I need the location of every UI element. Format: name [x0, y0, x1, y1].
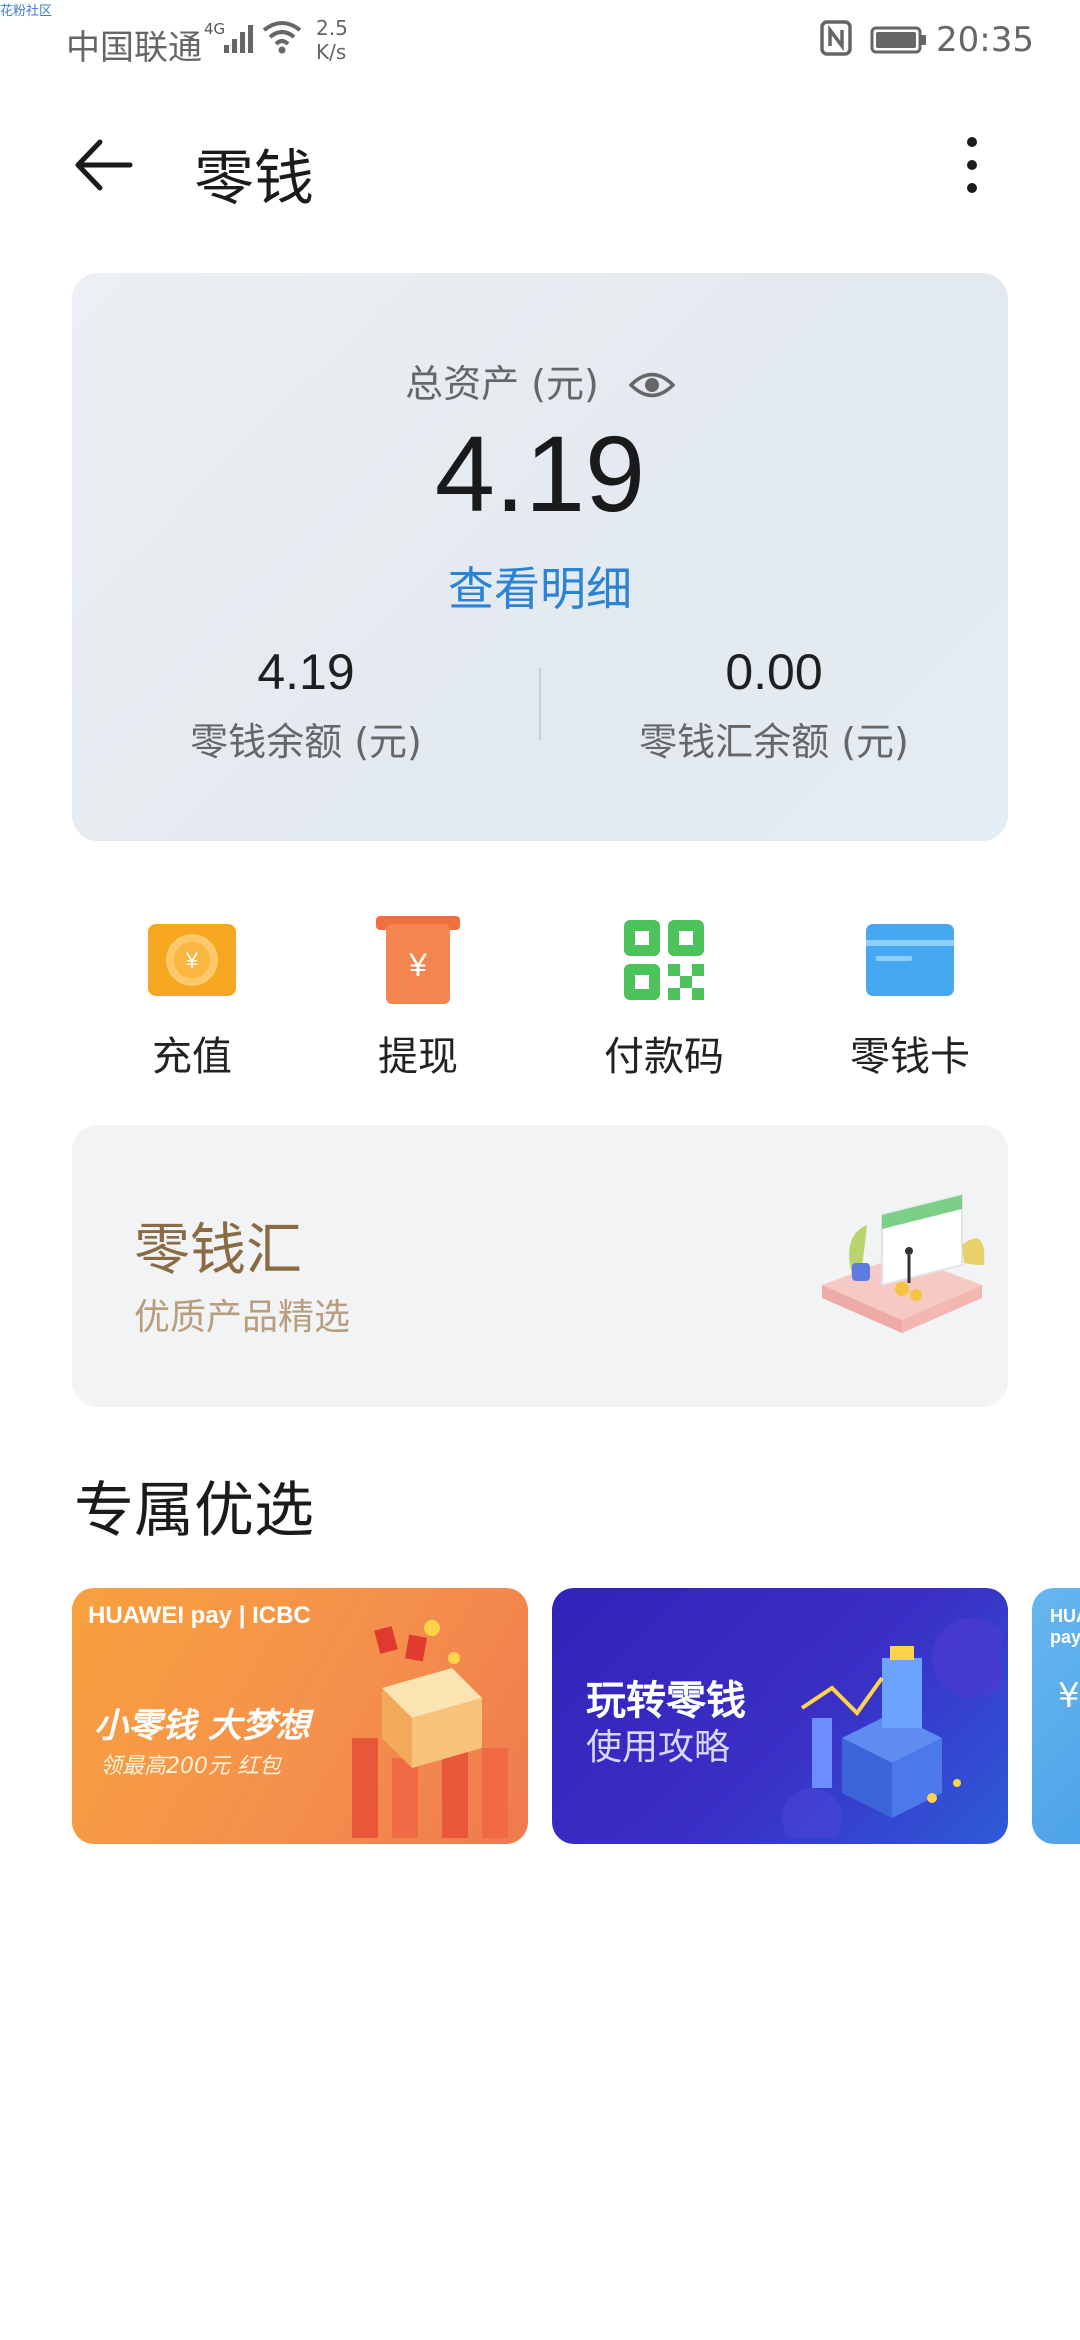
banner-subtitle: 领最高200元 红包	[100, 1754, 281, 1779]
back-arrow-icon[interactable]	[70, 130, 140, 200]
app-bar: 零钱	[0, 100, 1080, 230]
promo-banner-partial[interactable]: HUAWEI pay ¥	[1032, 1588, 1080, 1844]
wifi-icon	[262, 20, 302, 63]
speed-unit: K/s	[316, 40, 347, 64]
change-card-button[interactable]: 零钱卡	[790, 910, 1030, 1082]
gift-box-illustration-icon	[352, 1620, 508, 1838]
lingqianhui-subtitle: 优质产品精选	[134, 1297, 351, 1338]
battery-icon	[870, 24, 928, 64]
banner-title: 小零钱 大梦想	[94, 1706, 310, 1746]
promo-banner-usage-guide[interactable]: 玩转零钱 使用攻略	[552, 1588, 1008, 1844]
status-bar: 中国联通 4G 2.5 K/s 20:35	[0, 0, 1080, 82]
withdraw-button[interactable]: ¥ 提现	[298, 910, 538, 1082]
total-assets-card: 总资产 (元) 4.19 查看明细 4.19 零钱余额 (元) 0.00 零钱汇…	[72, 273, 1008, 841]
status-time: 20:35	[936, 20, 1034, 60]
payment-code-label: 付款码	[604, 1034, 724, 1080]
total-assets-header: 总资产 (元)	[72, 353, 1008, 409]
recharge-label: 充值	[152, 1034, 232, 1080]
promo-banner-red-packet[interactable]: HUAWEI pay | ICBC 小零钱 大梦想 领最高200元 红包	[72, 1588, 528, 1844]
view-details-link[interactable]: 查看明细	[72, 553, 1008, 619]
lingqianhui-balance-label: 零钱汇余额 (元)	[639, 720, 909, 764]
change-balance-value: 4.19	[257, 644, 355, 700]
banner-title: ¥	[1058, 1676, 1080, 1716]
change-card-label: 零钱卡	[850, 1034, 970, 1080]
total-assets-value: 4.19	[434, 413, 646, 534]
calendar-illustration-icon	[812, 1185, 992, 1345]
svg-text:¥: ¥	[185, 948, 199, 973]
nfc-icon	[820, 20, 852, 65]
page-title: 零钱	[194, 144, 314, 214]
withdraw-label: 提现	[378, 1034, 458, 1080]
featured-banner-carousel[interactable]: HUAWEI pay | ICBC 小零钱 大梦想 领最高200元 红包 玩转零…	[72, 1588, 1080, 1846]
recharge-coin-icon: ¥	[142, 910, 242, 1010]
city-illustration-icon	[782, 1618, 1002, 1838]
lingqianhui-title: 零钱汇	[134, 1218, 302, 1283]
eye-icon[interactable]	[628, 365, 676, 409]
signal-icon	[222, 22, 258, 62]
change-balance-label: 零钱余额 (元)	[190, 720, 422, 764]
svg-text:¥: ¥	[408, 947, 427, 983]
speed-value: 2.5	[316, 16, 348, 40]
qr-code-icon	[614, 910, 714, 1010]
recharge-button[interactable]: ¥ 充值	[72, 910, 312, 1082]
payment-code-button[interactable]: 付款码	[544, 910, 784, 1082]
banner-brand-logo: HUAWEI pay | ICBC	[88, 1602, 311, 1629]
lingqianhui-balance-value: 0.00	[725, 644, 823, 700]
lingqianhui-card[interactable]: 零钱汇 优质产品精选	[72, 1125, 1008, 1407]
total-assets-label: 总资产 (元)	[405, 362, 599, 406]
network-speed: 2.5 K/s	[316, 16, 348, 64]
banner-subtitle: 使用攻略	[586, 1727, 731, 1768]
quick-actions: ¥ 充值 ¥ 提现 付款码 零钱卡	[72, 910, 1008, 1080]
lingqianhui-balance[interactable]: 0.00 零钱汇余额 (元)	[540, 643, 1008, 766]
more-options-icon[interactable]	[960, 130, 984, 200]
featured-section-title: 专属优选	[74, 1476, 314, 1546]
withdraw-icon: ¥	[368, 910, 468, 1010]
carrier-name: 中国联通	[66, 28, 202, 68]
banner-brand-logo: HUAWEI pay	[1050, 1606, 1080, 1647]
card-icon	[860, 910, 960, 1010]
change-balance[interactable]: 4.19 零钱余额 (元)	[72, 643, 540, 766]
